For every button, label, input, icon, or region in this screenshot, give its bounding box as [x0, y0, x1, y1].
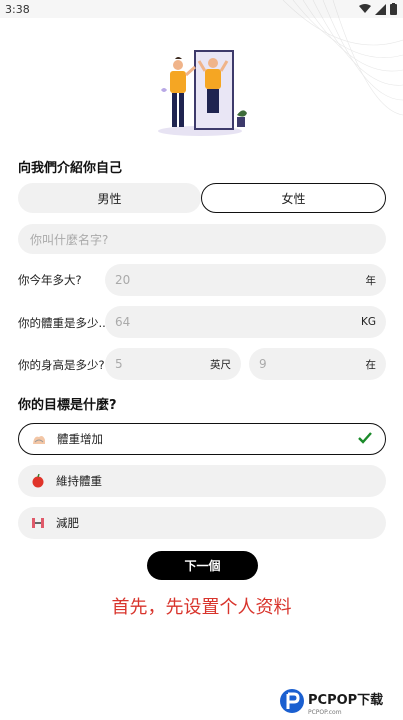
weight-label: 你的體重是多少...	[18, 316, 110, 330]
goal-maintain-weight-label: 維持體重	[56, 474, 102, 488]
weight-value: 64	[115, 315, 131, 329]
gender-male-button[interactable]: 男性	[18, 183, 201, 213]
age-field[interactable]: 20 年	[105, 264, 386, 296]
apple-icon	[30, 473, 46, 489]
height-inch-unit: 在	[365, 358, 377, 371]
height-feet-value: 5	[115, 357, 123, 371]
weight-unit: KG	[360, 316, 376, 328]
dumbbell-icon	[30, 515, 46, 531]
goal-lose-weight-label: 減肥	[56, 516, 79, 530]
gender-selector: 男性 女性	[18, 183, 386, 215]
intro-title: 向我們介紹你自己	[18, 161, 123, 176]
age-value: 20	[115, 273, 131, 287]
age-label: 你今年多大?	[18, 273, 82, 287]
height-inch-field[interactable]: 9 在	[249, 348, 386, 380]
pcpop-watermark: PCPOP下载 PCPOP.com	[280, 689, 383, 716]
goal-weight-gain-label: 體重增加	[57, 432, 103, 446]
promo-caption: 首先，先设置个人资料	[111, 597, 292, 618]
svg-text:PCPOP.com: PCPOP.com	[308, 709, 342, 716]
weight-gain-icon	[31, 431, 47, 447]
gender-female-button[interactable]: 女性	[201, 183, 386, 213]
height-feet-unit: 英尺	[210, 358, 231, 371]
goal-lose-weight[interactable]: 減肥	[18, 507, 386, 539]
next-button[interactable]: 下一個	[147, 551, 258, 580]
status-time: 3:38	[5, 3, 30, 16]
mirror-illustration	[158, 50, 247, 136]
weight-field[interactable]: 64 KG	[105, 306, 386, 338]
goal-maintain-weight[interactable]: 維持體重	[18, 465, 386, 497]
age-unit: 年	[365, 274, 377, 287]
height-feet-field[interactable]: 5 英尺	[105, 348, 241, 380]
height-inch-value: 9	[259, 357, 267, 371]
goal-weight-gain[interactable]: 體重增加	[18, 423, 386, 455]
svg-text:PCPOP下载: PCPOP下载	[308, 692, 383, 708]
name-input[interactable]: 你叫什麼名字?	[18, 224, 386, 254]
background-pattern	[282, 0, 403, 116]
height-label: 你的身高是多少?	[18, 358, 105, 372]
goals-title: 你的目標是什麼?	[18, 398, 117, 413]
check-icon	[358, 432, 372, 444]
